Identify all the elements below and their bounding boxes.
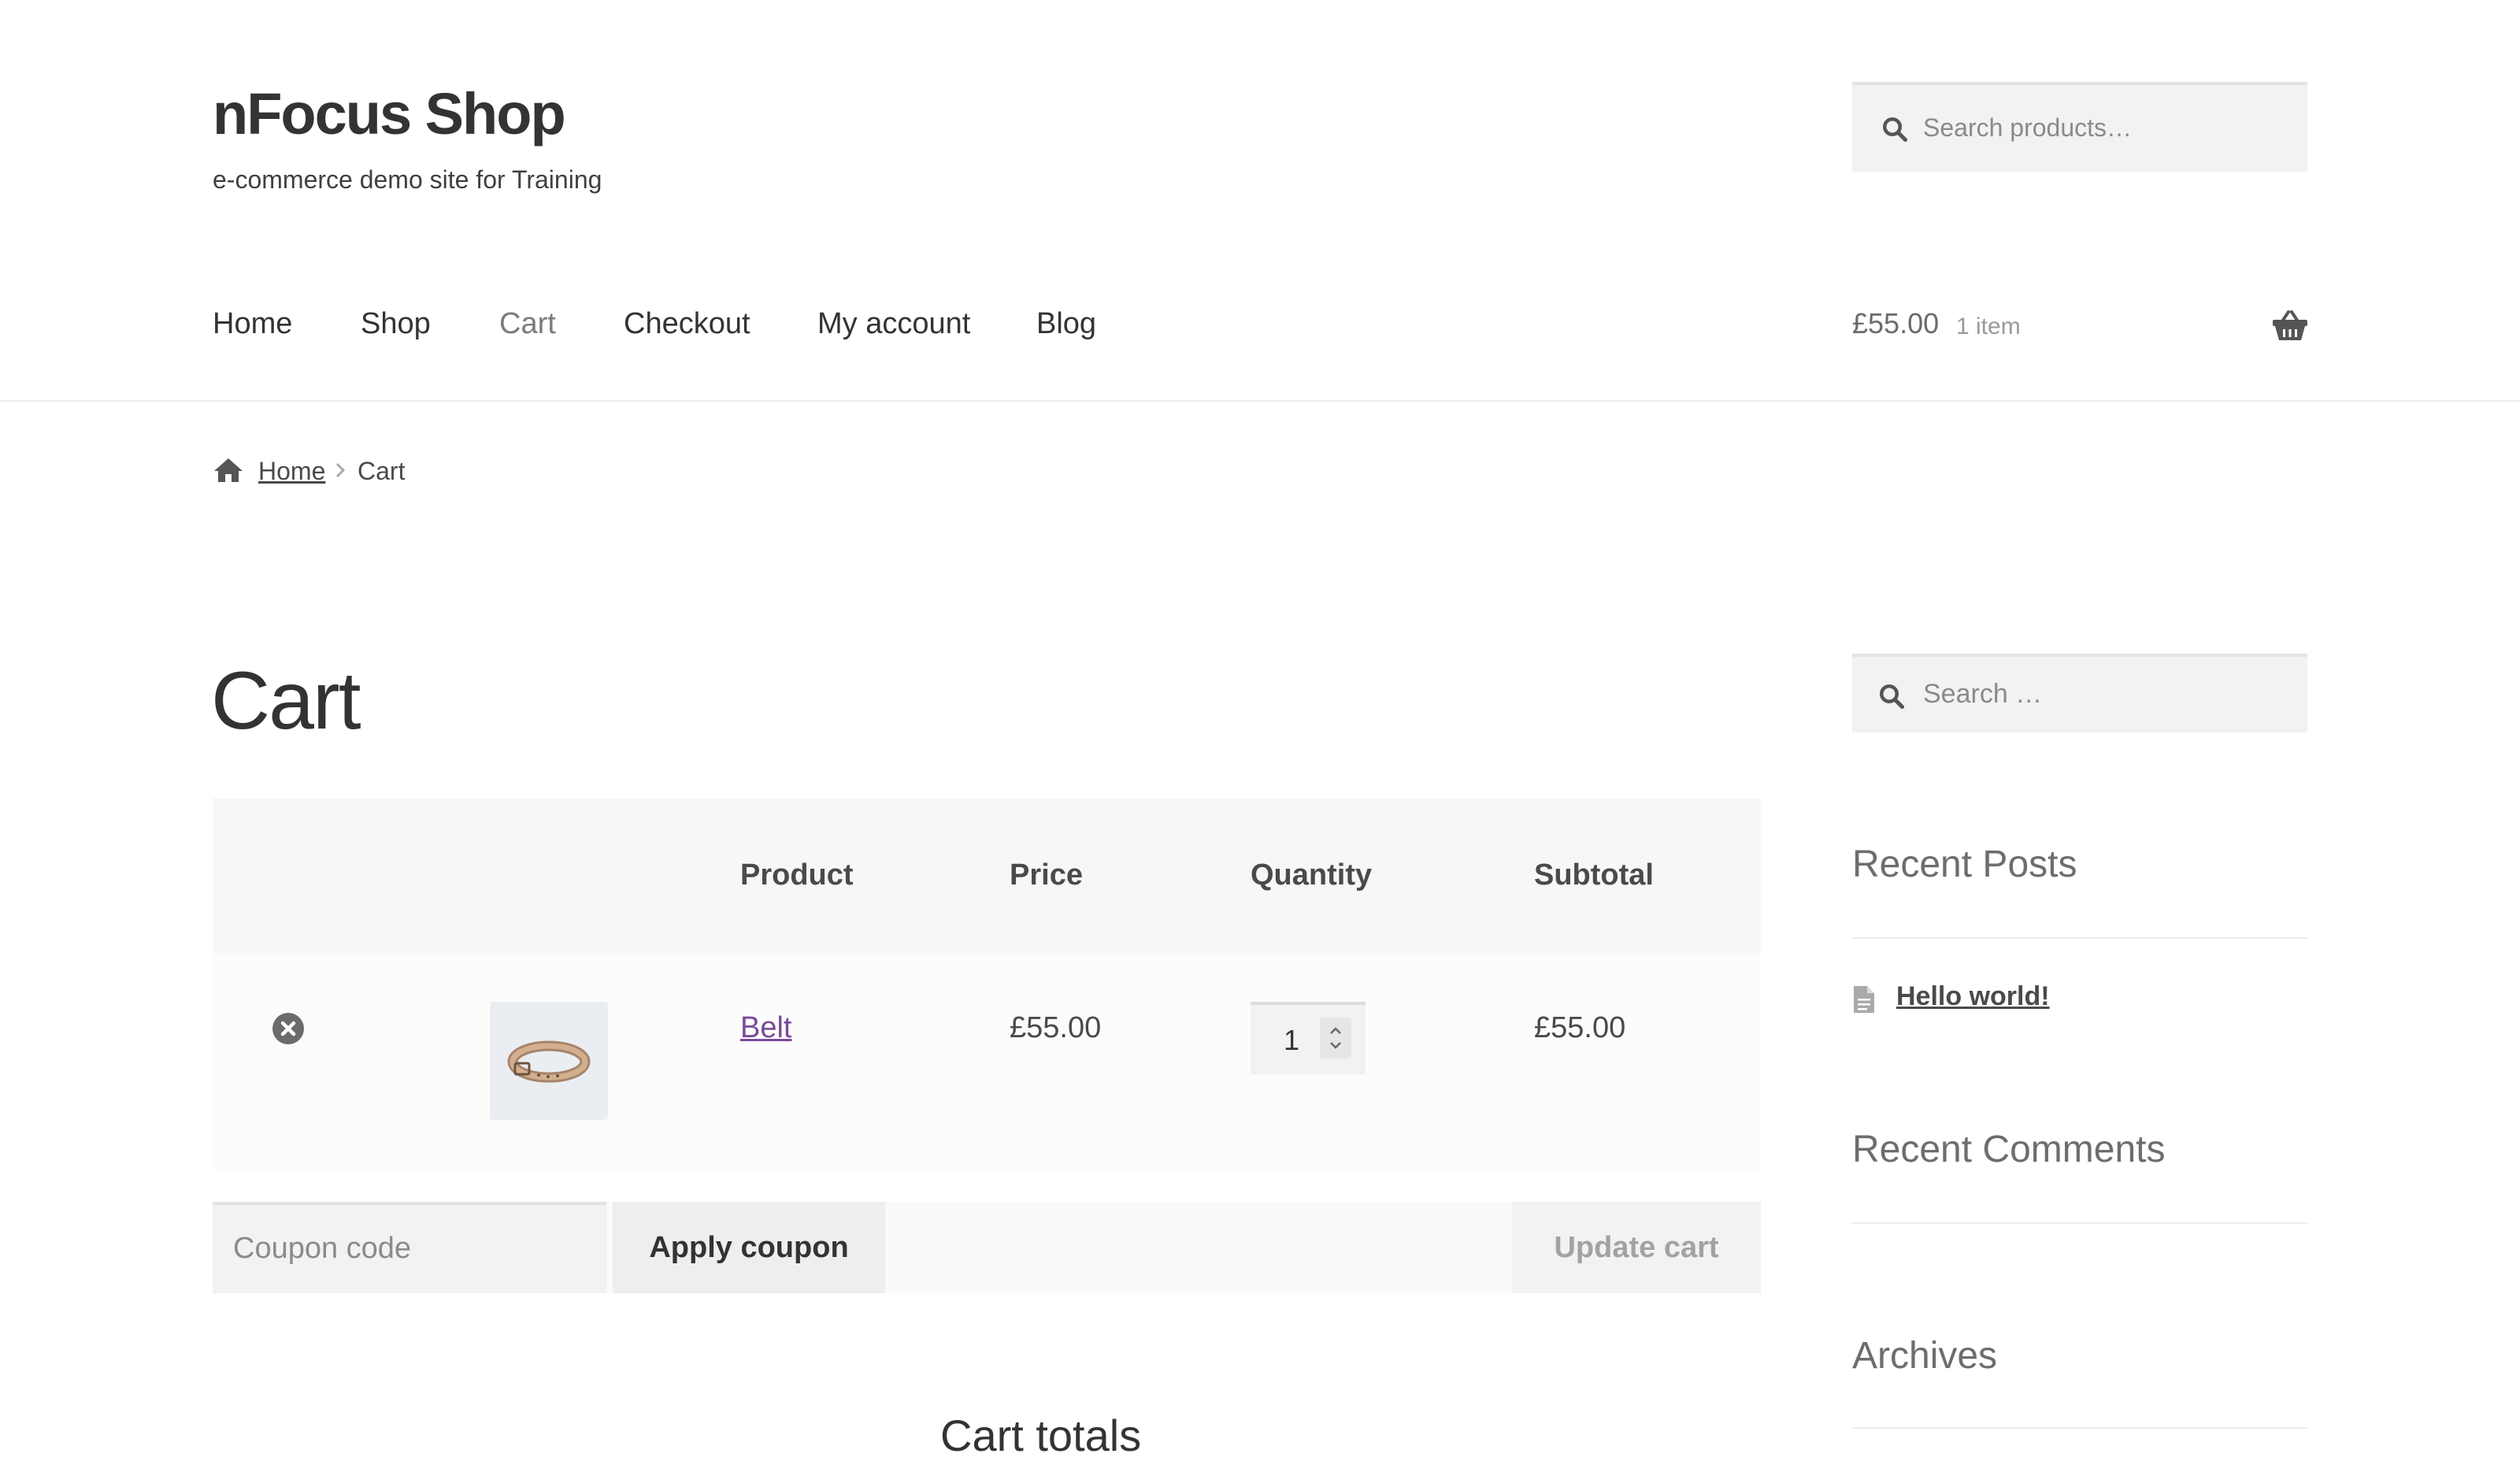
table-row <box>213 953 1761 1170</box>
nav-shop[interactable]: Shop <box>361 307 431 341</box>
product-thumbnail[interactable] <box>490 1002 608 1120</box>
remove-item-button[interactable] <box>272 1013 304 1044</box>
cart-table-header <box>213 799 1761 953</box>
search-icon <box>1880 684 1905 710</box>
post-link-hello-world[interactable]: Hello world! <box>1896 981 2050 1012</box>
nav-blog[interactable]: Blog <box>1036 307 1096 341</box>
recent-posts-heading: Recent Posts <box>1852 844 2077 885</box>
breadcrumb-home-link[interactable]: Home <box>258 457 325 486</box>
nav-cart[interactable]: Cart <box>499 307 556 341</box>
sidebar-search-placeholder: Search … <box>1923 679 2043 709</box>
nav-checkout[interactable]: Checkout <box>624 307 750 341</box>
nav-my-account[interactable]: My account <box>817 307 970 341</box>
header-search-placeholder: Search products… <box>1923 113 2133 142</box>
product-name-link[interactable]: Belt <box>740 1011 791 1045</box>
mini-cart-amount[interactable]: £55.00 <box>1852 307 1939 340</box>
coupon-placeholder: Coupon code <box>233 1232 412 1265</box>
document-icon <box>1854 986 1874 1013</box>
breadcrumb-current: Cart <box>358 457 406 485</box>
column-header-product: Product <box>740 858 854 892</box>
site-tagline: e-commerce demo site for Training <box>213 165 602 194</box>
chevron-right-icon <box>335 462 346 478</box>
quantity-spinner[interactable] <box>1320 1018 1351 1059</box>
belt-image <box>507 1040 591 1083</box>
quantity-value: 1 <box>1284 1024 1300 1056</box>
apply-coupon-button[interactable]: Apply coupon <box>613 1202 885 1293</box>
column-header-quantity: Quantity <box>1251 858 1373 892</box>
spinner-arrows-icon <box>1330 1027 1341 1049</box>
recent-comments-heading: Recent Comments <box>1852 1129 2166 1170</box>
home-icon <box>214 458 243 482</box>
coupon-code-input[interactable]: Coupon code <box>213 1202 606 1293</box>
header-search-input[interactable]: Search products… <box>1852 82 2307 172</box>
search-icon <box>1883 117 1908 143</box>
quantity-stepper[interactable]: 1 <box>1251 1002 1366 1074</box>
widget-divider <box>1852 1222 2307 1224</box>
column-header-price: Price <box>1010 858 1083 892</box>
site-title[interactable]: nFocus Shop <box>213 85 566 143</box>
archives-heading: Archives <box>1852 1335 1998 1377</box>
column-header-subtotal: Subtotal <box>1534 858 1654 892</box>
widget-divider <box>1852 1427 2307 1429</box>
cart-totals-heading: Cart totals <box>940 1411 1142 1460</box>
mini-cart-count[interactable]: 1 item <box>1956 313 2021 340</box>
product-price: £55.00 <box>1010 1011 1102 1044</box>
update-cart-button[interactable]: Update cart <box>1512 1202 1761 1293</box>
basket-icon[interactable] <box>2271 309 2309 342</box>
widget-divider <box>1852 937 2307 939</box>
nav-home[interactable]: Home <box>213 307 292 341</box>
sidebar-search-input[interactable]: Search … <box>1852 654 2307 732</box>
page-title: Cart <box>211 655 361 747</box>
header-divider <box>0 400 2520 402</box>
line-subtotal: £55.00 <box>1534 1011 1626 1044</box>
close-icon <box>280 1021 296 1036</box>
